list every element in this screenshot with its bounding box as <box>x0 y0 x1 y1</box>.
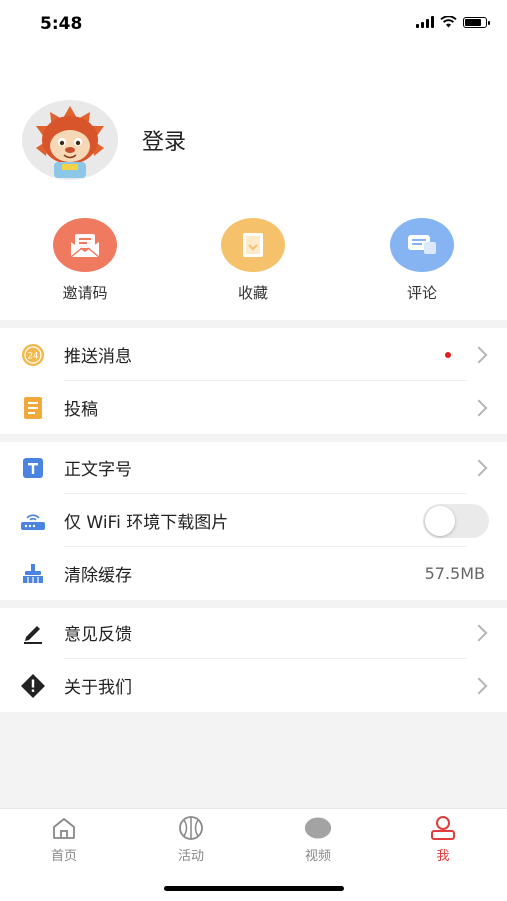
tab-home-label: 首页 <box>50 849 77 864</box>
status-icons <box>416 16 490 28</box>
section-divider <box>0 320 507 328</box>
clear-cache-label: 清除缓存 <box>64 566 132 586</box>
font-size-label: 正文字号 <box>64 460 132 480</box>
wifi-icon <box>440 16 457 28</box>
info-icon <box>20 673 46 699</box>
tab-video[interactable]: 视频 <box>278 815 358 864</box>
pen-icon <box>20 620 46 646</box>
about-label: 关于我们 <box>64 678 132 698</box>
favorites-label: 收藏 <box>237 284 268 302</box>
settings-font-size-row[interactable]: 正文字号 <box>0 441 507 494</box>
svg-text:24: 24 <box>28 351 39 361</box>
push-label: 推送消息 <box>64 347 132 367</box>
comments-button[interactable]: 评论 <box>372 218 472 303</box>
invite-code-button[interactable]: 邀请码 <box>35 218 135 303</box>
login-link[interactable]: 登录 <box>142 124 186 156</box>
tab-activity-label: 活动 <box>177 849 204 864</box>
broom-icon <box>20 561 46 587</box>
mascot-icon <box>36 106 104 178</box>
text-size-icon <box>20 455 46 481</box>
wifi-only-toggle[interactable] <box>423 503 489 538</box>
comment-icon <box>390 218 454 272</box>
chevron-right-icon <box>470 677 488 694</box>
settings-push-row[interactable]: 24 推送消息 <box>0 328 507 381</box>
tab-home[interactable]: 首页 <box>24 815 104 864</box>
settings-clear-cache-row[interactable]: 清除缓存 57.5MB <box>0 547 507 600</box>
status-time: 5:48 <box>40 14 83 34</box>
favorites-button[interactable]: 收藏 <box>203 218 303 303</box>
tab-activity[interactable]: 活动 <box>151 815 231 864</box>
home-icon <box>50 815 78 841</box>
avatar[interactable] <box>22 100 118 180</box>
battery-icon <box>463 16 490 28</box>
tab-video-label: 视频 <box>304 849 331 864</box>
settings-contribute-row[interactable]: 投稿 <box>0 381 507 434</box>
document-icon <box>20 395 46 421</box>
profile-header[interactable]: 登录 <box>22 100 186 180</box>
empty-area <box>0 712 507 808</box>
feedback-label: 意见反馈 <box>64 625 132 645</box>
basketball-icon <box>177 815 205 841</box>
contribute-label: 投稿 <box>64 400 98 420</box>
cache-size-value: 57.5MB <box>424 564 485 583</box>
comments-label: 评论 <box>406 284 437 302</box>
profile-icon <box>429 815 457 841</box>
chevron-right-icon <box>470 346 488 363</box>
settings-about-row[interactable]: 关于我们 <box>0 659 507 712</box>
quick-actions: 邀请码 收藏 评论 <box>0 218 507 304</box>
envelope-icon <box>53 218 117 272</box>
chevron-right-icon <box>470 624 488 641</box>
signal-icon <box>416 16 434 28</box>
settings-feedback-row[interactable]: 意见反馈 <box>0 606 507 659</box>
tab-me[interactable]: 我 <box>403 815 483 864</box>
wifi-only-label: 仅 WiFi 环境下载图片 <box>64 513 229 533</box>
invite-code-label: 邀请码 <box>62 284 108 302</box>
settings-wifi-only-row: 仅 WiFi 环境下载图片 <box>0 494 507 547</box>
router-icon <box>20 508 46 534</box>
chevron-right-icon <box>470 459 488 476</box>
bookmark-icon <box>221 218 285 272</box>
home-indicator <box>164 886 344 891</box>
video-icon <box>304 815 332 841</box>
chevron-right-icon <box>470 399 488 416</box>
unread-dot <box>445 351 451 358</box>
push-badge-icon: 24 <box>20 342 46 368</box>
tab-me-label: 我 <box>436 849 450 864</box>
status-bar: 5:48 <box>0 0 507 48</box>
